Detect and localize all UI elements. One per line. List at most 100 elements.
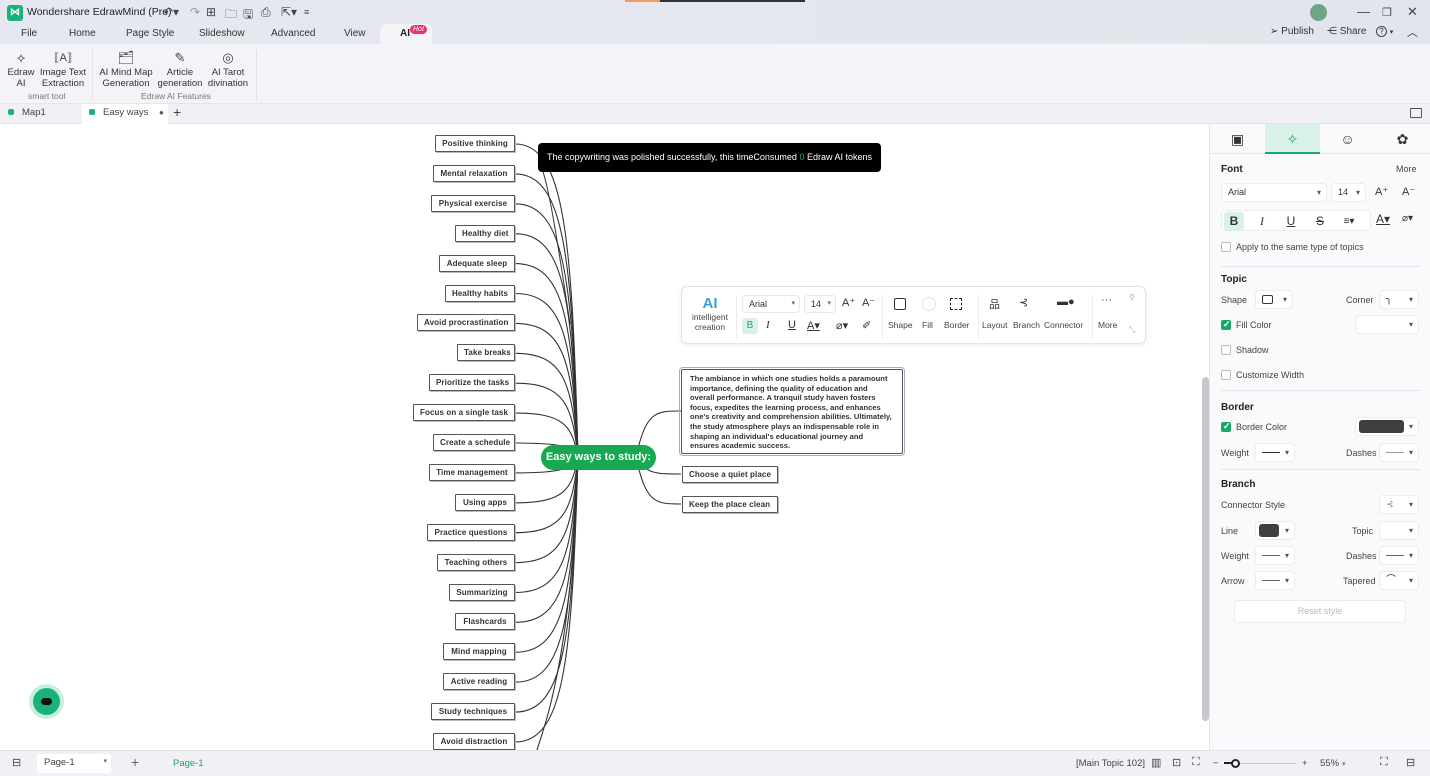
vertical-scrollbar[interactable]: [1202, 377, 1209, 721]
branch-icon[interactable]: ⊰: [1019, 296, 1028, 309]
border-color-checkbox[interactable]: [1221, 421, 1231, 432]
fill-icon[interactable]: [922, 297, 936, 311]
panel-strikethrough-button[interactable]: S: [1310, 212, 1330, 231]
add-tab-button[interactable]: +: [173, 104, 181, 120]
topic-paragraph-selected[interactable]: The ambiance in which one studies holds …: [679, 367, 905, 456]
tab-style-icon[interactable]: ▣: [1210, 124, 1265, 154]
border-color-select[interactable]: ▾: [1355, 417, 1419, 436]
topic-left[interactable]: Healthy diet: [455, 224, 515, 242]
fill-label[interactable]: Fill: [922, 320, 933, 330]
mind-map-canvas[interactable]: Positive thinking Mental relaxation Physic…: [0, 124, 1209, 750]
chevron-down-icon[interactable]: ▾: [1342, 760, 1346, 768]
intelligent-creation-button[interactable]: AI intelligent creation: [690, 295, 730, 332]
new-icon[interactable]: ⊞: [206, 5, 216, 19]
topic-left[interactable]: Teaching others: [437, 553, 515, 571]
topic-left[interactable]: Avoid distraction: [433, 733, 515, 750]
connector-style-select[interactable]: ⊰ ▾: [1379, 495, 1419, 514]
menu-page-style[interactable]: Page Style: [126, 28, 174, 39]
menu-home[interactable]: Home: [69, 28, 96, 39]
menu-ai[interactable]: AI Hot: [380, 24, 432, 44]
topic-choose-quiet-place[interactable]: Choose a quiet place: [682, 466, 778, 483]
fill-color-checkbox[interactable]: [1221, 319, 1231, 330]
highlight-button[interactable]: ⌀▾: [836, 319, 848, 332]
image-text-extraction-button[interactable]: ⟦A⟧ Image Text Extraction: [38, 48, 88, 89]
topic-left[interactable]: Positive thinking: [435, 135, 515, 152]
panel-font-color-button[interactable]: A▾: [1376, 212, 1390, 226]
layout-icon[interactable]: 品: [989, 296, 1000, 312]
redo-icon[interactable]: ↷: [190, 5, 200, 19]
restore-button[interactable]: ❐: [1382, 6, 1392, 19]
zoom-slider[interactable]: [1224, 759, 1296, 768]
close-button[interactable]: ✕: [1407, 4, 1418, 20]
layout-label[interactable]: Layout: [982, 320, 1008, 330]
underline-button[interactable]: U: [788, 319, 796, 331]
minimize-button[interactable]: —: [1357, 4, 1370, 19]
print-icon[interactable]: ⎙: [261, 5, 271, 20]
menu-view[interactable]: View: [344, 28, 366, 39]
line-color-select[interactable]: ▾: [1255, 521, 1295, 540]
collapse-toolbar-icon[interactable]: ⤡: [1129, 325, 1135, 335]
ai-mind-map-generation-button[interactable]: 🗂 AI Mind Map Generation: [97, 48, 155, 89]
zoom-percent[interactable]: 55%: [1320, 758, 1339, 769]
font-family-select[interactable]: Arial ▾: [742, 295, 800, 313]
zoom-in-button[interactable]: +: [1302, 758, 1308, 769]
fill-color-select[interactable]: ▾: [1355, 315, 1419, 334]
publish-button[interactable]: ➢ Publish: [1270, 26, 1314, 37]
ai-assistant-fab[interactable]: [33, 688, 60, 715]
share-button[interactable]: ⋲ Share: [1327, 26, 1366, 37]
tapered-select[interactable]: ⌒ ▾: [1379, 571, 1419, 590]
topic-left[interactable]: Avoid procrastination: [417, 314, 515, 332]
user-avatar[interactable]: [1310, 4, 1327, 21]
fullscreen-icon[interactable]: ⛶: [1380, 756, 1388, 769]
topic-left[interactable]: Take breaks: [457, 344, 515, 362]
border-dashes-select[interactable]: ▾: [1379, 443, 1419, 462]
article-generation-button[interactable]: ✎ Article generation: [157, 48, 203, 89]
panel-font-size-select[interactable]: 14 ▾: [1331, 183, 1366, 202]
branch-topic-select[interactable]: ▾: [1379, 521, 1419, 540]
font-color-button[interactable]: A▾: [807, 319, 820, 332]
more-label[interactable]: More: [1098, 320, 1117, 330]
pin-icon[interactable]: ⚲: [1129, 293, 1135, 302]
undo-icon[interactable]: ↶▾: [163, 5, 179, 19]
edraw-ai-button[interactable]: ⟡ Edraw AI: [6, 48, 36, 89]
page-list-icon[interactable]: ⊟: [12, 756, 21, 769]
topic-left[interactable]: Study techniques: [431, 703, 515, 721]
shadow-checkbox[interactable]: [1221, 345, 1231, 355]
increase-font-icon[interactable]: A⁺: [842, 296, 855, 309]
corner-select[interactable]: ╮ ▾: [1379, 290, 1419, 309]
italic-button[interactable]: I: [766, 319, 770, 331]
topic-left[interactable]: Create a schedule: [433, 434, 515, 451]
topic-left[interactable]: Mental relaxation: [433, 164, 515, 182]
topic-left[interactable]: Physical exercise: [431, 194, 515, 212]
border-weight-select[interactable]: ▾: [1255, 443, 1295, 462]
topic-shape-select[interactable]: ▾: [1255, 290, 1293, 309]
connector-icon[interactable]: ▬●: [1057, 296, 1075, 308]
central-topic[interactable]: Easy ways to study:: [541, 445, 656, 470]
border-icon[interactable]: [950, 298, 962, 310]
collapse-ribbon-button[interactable]: ︿: [1407, 24, 1418, 40]
tab-easy-ways[interactable]: Easy ways ●: [82, 104, 168, 124]
help-button[interactable]: ? ▾: [1376, 26, 1393, 37]
branch-label[interactable]: Branch: [1013, 320, 1040, 330]
toggle-panel-icon[interactable]: [1410, 108, 1422, 118]
zoom-slider-handle[interactable]: [1231, 759, 1240, 768]
fit-width-icon[interactable]: ▥: [1151, 756, 1161, 769]
topic-left[interactable]: Adequate sleep: [439, 254, 515, 272]
ai-tarot-divination-button[interactable]: ◎ AI Tarot divination: [205, 48, 251, 89]
reset-style-button[interactable]: Reset style: [1234, 600, 1406, 623]
font-size-select[interactable]: 14 ▾: [804, 295, 836, 313]
panel-italic-button[interactable]: I: [1252, 212, 1272, 231]
page-select[interactable]: Page-1 ▾: [37, 754, 111, 773]
topic-left[interactable]: Time management: [429, 463, 515, 481]
bold-button[interactable]: B: [742, 318, 758, 334]
tab-ai-sparkle-icon[interactable]: ✧: [1265, 124, 1320, 154]
fit-page-icon[interactable]: ⊡: [1172, 756, 1181, 769]
branch-weight-select[interactable]: ▾: [1255, 546, 1295, 565]
open-folder-icon[interactable]: 🗀: [225, 5, 237, 26]
customize-width-checkbox[interactable]: [1221, 370, 1231, 380]
menu-slideshow[interactable]: Slideshow: [199, 28, 245, 39]
decrease-font-icon[interactable]: A⁻: [862, 296, 875, 309]
menu-advanced[interactable]: Advanced: [271, 28, 315, 39]
topic-left[interactable]: Using apps: [455, 493, 515, 511]
zoom-out-button[interactable]: −: [1213, 758, 1219, 769]
